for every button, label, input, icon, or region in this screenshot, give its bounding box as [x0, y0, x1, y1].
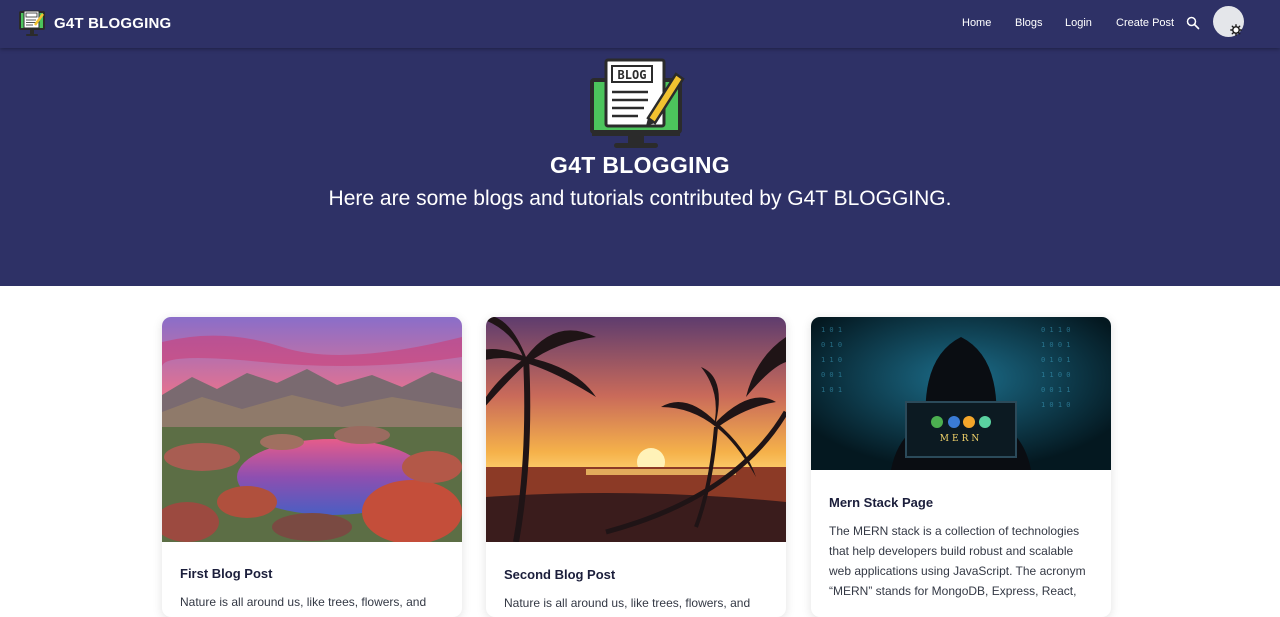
nav-blogs-link[interactable]: Blogs — [1015, 17, 1043, 29]
svg-text:0 0 1 1: 0 0 1 1 — [1041, 386, 1071, 394]
nav-home-link[interactable]: Home — [962, 17, 991, 29]
gear-icon — [1230, 24, 1242, 36]
brand-link[interactable]: G4T BLOGGING — [18, 8, 171, 38]
svg-text:0 1 0: 0 1 0 — [821, 341, 842, 349]
hero-banner: BLOG G4T BLOGGING Here are some blogs an… — [0, 48, 1280, 286]
svg-text:BLOG: BLOG — [618, 68, 647, 82]
card-excerpt: The MERN stack is a collection of techno… — [829, 524, 1086, 598]
svg-text:0 1 1 0: 0 1 1 0 — [1041, 326, 1071, 334]
card-image[interactable]: 1 0 1 0 1 0 1 1 0 0 0 1 1 0 1 0 1 1 0 1 … — [811, 317, 1111, 470]
card-excerpt: Nature is all around us, like trees, flo… — [180, 595, 427, 609]
nav-create-post-link[interactable]: Create Post — [1116, 17, 1174, 29]
nav-login-link[interactable]: Login — [1065, 17, 1092, 29]
blog-card[interactable]: 1 0 1 0 1 0 1 1 0 0 0 1 1 0 1 0 1 1 0 1 … — [811, 317, 1111, 617]
search-icon[interactable] — [1186, 16, 1200, 30]
svg-text:1 0 0 1: 1 0 0 1 — [1041, 341, 1071, 349]
card-image[interactable] — [486, 317, 786, 542]
card-image[interactable] — [162, 317, 462, 542]
mern-image-text: MERN — [940, 434, 982, 444]
card-excerpt: Nature is all around us, like trees, flo… — [504, 596, 751, 610]
svg-text:1 0 1 0: 1 0 1 0 — [1041, 401, 1071, 409]
svg-text:0 1 0 1: 0 1 0 1 — [1041, 356, 1071, 364]
blog-monitor-logo-icon — [19, 10, 45, 36]
blog-card[interactable]: Second Blog Post Nature is all around us… — [486, 317, 786, 617]
brand-name[interactable]: G4T BLOGGING — [54, 15, 171, 32]
navbar: G4T BLOGGING Home Blogs Login Create Pos… — [0, 0, 1280, 48]
card-title[interactable]: Second Blog Post — [504, 567, 615, 582]
card-title[interactable]: First Blog Post — [180, 566, 272, 581]
blog-monitor-logo-icon: BLOG — [590, 58, 685, 148]
svg-text:1 0 1: 1 0 1 — [821, 326, 842, 334]
blog-card[interactable]: First Blog Post Nature is all around us,… — [162, 317, 462, 617]
svg-text:1 1 0: 1 1 0 — [821, 356, 842, 364]
svg-text:1 1 0 0: 1 1 0 0 — [1041, 371, 1071, 379]
hero-title: G4T BLOGGING — [550, 152, 730, 178]
hero-subtitle: Here are some blogs and tutorials contri… — [328, 187, 952, 210]
card-title[interactable]: Mern Stack Page — [829, 495, 933, 510]
svg-text:1 0 1: 1 0 1 — [821, 386, 842, 394]
svg-text:0 0 1: 0 0 1 — [821, 371, 842, 379]
